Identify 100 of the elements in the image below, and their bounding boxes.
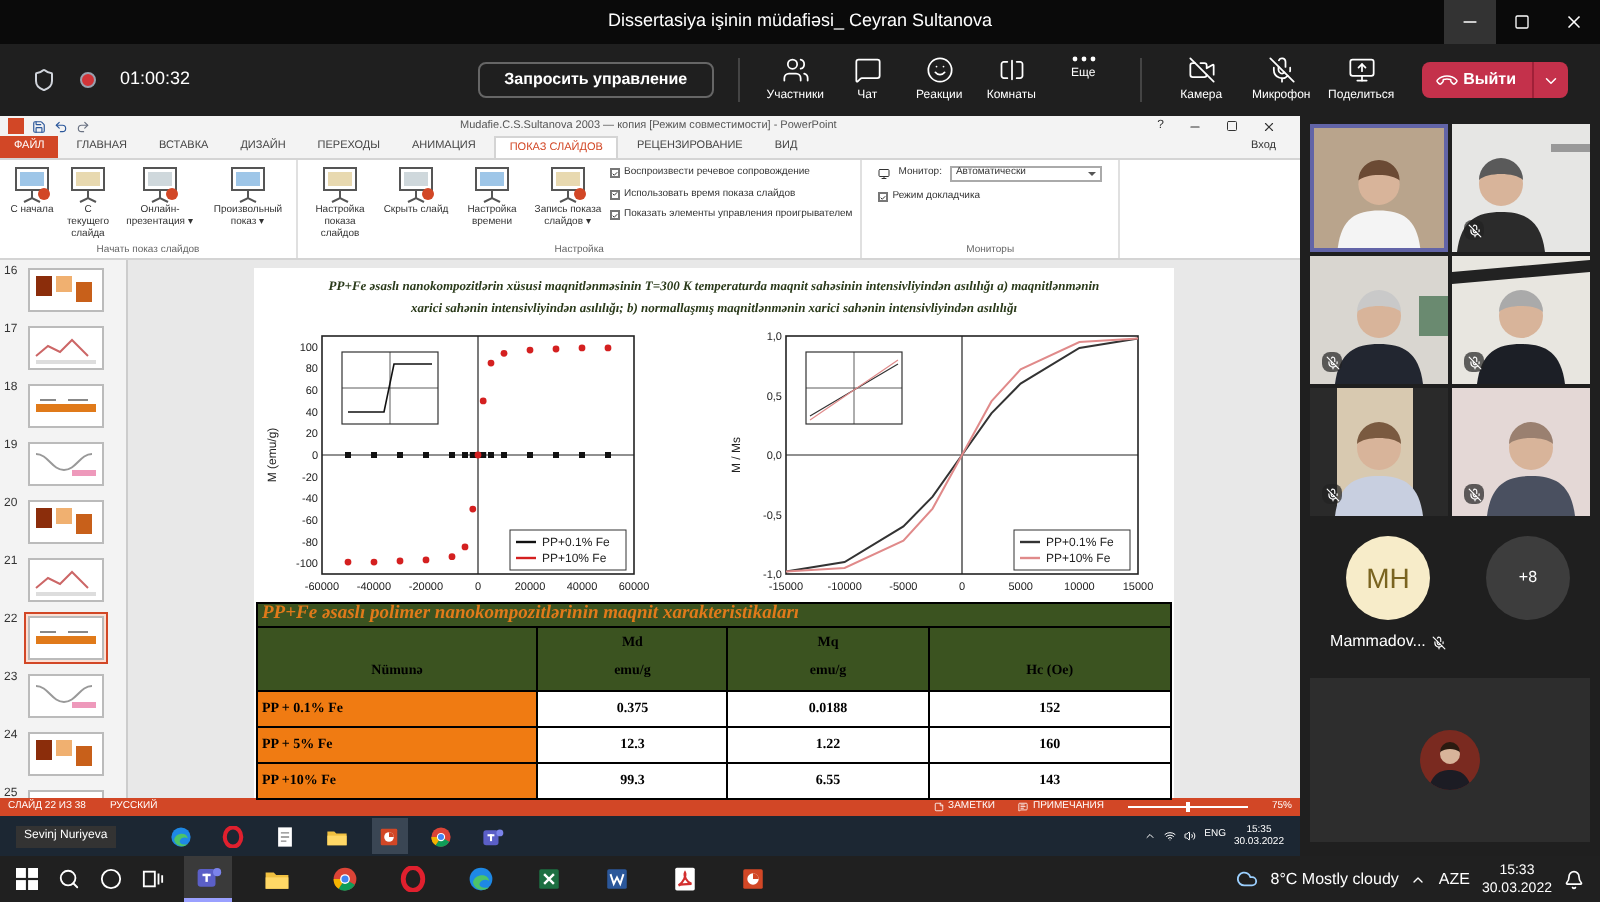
data-point: [487, 359, 495, 367]
data-point: [461, 543, 469, 551]
data-point: [479, 397, 487, 405]
legend-marker-icon: [516, 540, 536, 544]
data-point: [605, 452, 611, 458]
redo-icon[interactable]: [76, 119, 90, 133]
data-point: [344, 558, 352, 566]
check-icon: [612, 211, 618, 220]
more-icon: [1071, 55, 1096, 61]
data-point: [423, 452, 429, 458]
legend-marker-icon: [1020, 540, 1040, 544]
data-point: [469, 505, 477, 513]
check-icon: [612, 190, 618, 199]
inset-plot-drawing: [341, 351, 439, 425]
legend-marker-icon: [1020, 556, 1040, 560]
data-point: [553, 452, 559, 458]
slide-thumbnail[interactable]: [24, 380, 108, 432]
weather-text[interactable]: 8°C Mostly cloudy: [1270, 867, 1399, 891]
video-tile[interactable]: [1310, 388, 1448, 516]
slide-thumbnail-drawing: [28, 674, 104, 718]
weather-icon[interactable]: [1236, 868, 1259, 890]
slide-thumbnail[interactable]: [24, 728, 108, 780]
wave-app-icon[interactable]: [170, 825, 193, 847]
rooms-icon: [997, 55, 1026, 83]
slide-thumbnail[interactable]: [24, 322, 108, 374]
presentation-icon[interactable]: [739, 866, 765, 892]
data-point: [578, 344, 586, 352]
camera-off-icon: [1187, 55, 1216, 83]
table-title: PP+Fe əsaslı polimer nanokompozitlərinin maqnit xarakteristikaları: [260, 604, 800, 626]
data-point: [552, 345, 560, 353]
ring-app-icon[interactable]: [399, 866, 425, 892]
slide-thumbnail[interactable]: [24, 496, 108, 548]
check-icon: [612, 169, 618, 178]
data-point: [604, 344, 612, 352]
microphone-off-icon: [1267, 55, 1296, 83]
shield-icon: [32, 68, 56, 92]
maximize-icon: [1514, 14, 1530, 30]
data-point: [449, 452, 455, 458]
participant-name: Mammadov...: [1330, 630, 1426, 654]
video-tile[interactable]: [1310, 256, 1448, 384]
search-icon[interactable]: [58, 868, 80, 890]
slide-thumbnail-drawing: [28, 558, 104, 602]
pdf-icon[interactable]: [671, 866, 697, 892]
video-tile[interactable]: [1310, 124, 1448, 252]
network-icon[interactable]: [1164, 830, 1177, 842]
slide-thumbnail[interactable]: [24, 554, 108, 606]
slide-thumbnail[interactable]: [24, 670, 108, 722]
zoom-slider-thumb[interactable]: [1185, 802, 1190, 812]
undo-icon[interactable]: [54, 119, 68, 133]
save-icon[interactable]: [32, 119, 46, 133]
chat-icon: [853, 55, 882, 83]
slide-thumbnail[interactable]: [24, 438, 108, 490]
legend-marker-icon: [516, 556, 536, 560]
round-app-icon[interactable]: [331, 866, 357, 892]
slide-thumbnail-drawing: [28, 442, 104, 486]
presentation-icon[interactable]: [378, 825, 401, 847]
data-point: [345, 452, 351, 458]
meeting-timer: 01:00:32: [120, 66, 191, 93]
data-point: [526, 346, 534, 354]
slide-thumbnail-drawing: [28, 326, 104, 370]
slide-thumbnail[interactable]: [24, 264, 108, 316]
people-app-icon[interactable]: [195, 864, 221, 890]
slide-thumbnail-drawing: [28, 616, 104, 660]
check-icon: [880, 193, 887, 202]
data-point: [527, 452, 533, 458]
spreadsheet-icon[interactable]: [535, 866, 561, 892]
window-title: Dissertasiya işinin müdafiəsi_ Ceyran Sultanova: [607, 8, 993, 35]
maximize-icon[interactable]: [1226, 120, 1238, 132]
round-app-icon[interactable]: [430, 825, 453, 847]
data-point: [501, 452, 507, 458]
volume-icon[interactable]: [1184, 830, 1197, 842]
close-icon[interactable]: [1262, 119, 1276, 133]
cortana-icon[interactable]: [100, 868, 122, 890]
ring-app-icon[interactable]: [222, 825, 245, 847]
request-control-button[interactable]: Запросить управление: [478, 62, 714, 98]
data-point: [422, 556, 430, 564]
monitor-icon: [878, 168, 891, 180]
slide-thumbnail-drawing: [28, 268, 104, 312]
data-point: [371, 452, 377, 458]
slide-thumbnail-drawing: [28, 732, 104, 776]
more-participants-button[interactable]: +8: [1485, 536, 1570, 620]
notes-icon: [934, 802, 945, 812]
language-indicator[interactable]: AZE: [1438, 867, 1470, 891]
close-icon: [1564, 12, 1584, 32]
task-view-icon[interactable]: [142, 868, 164, 890]
document-icon[interactable]: [603, 866, 629, 892]
avatar: MH: [1345, 536, 1430, 620]
video-tile[interactable]: [1452, 124, 1590, 252]
legend-box: [509, 529, 627, 571]
data-point: [396, 557, 404, 565]
notepad-icon[interactable]: [274, 825, 297, 847]
video-tile[interactable]: [1452, 256, 1590, 384]
wave-app-icon[interactable]: [467, 866, 493, 892]
start-icon[interactable]: [16, 868, 38, 890]
slide-thumbnail[interactable]: [24, 612, 108, 664]
notification-icon[interactable]: [1564, 869, 1584, 889]
inset-plot-drawing: [805, 351, 903, 425]
people-app-icon[interactable]: [482, 825, 505, 847]
video-tile[interactable]: [1452, 388, 1590, 516]
share-screen-icon: [1347, 55, 1376, 83]
